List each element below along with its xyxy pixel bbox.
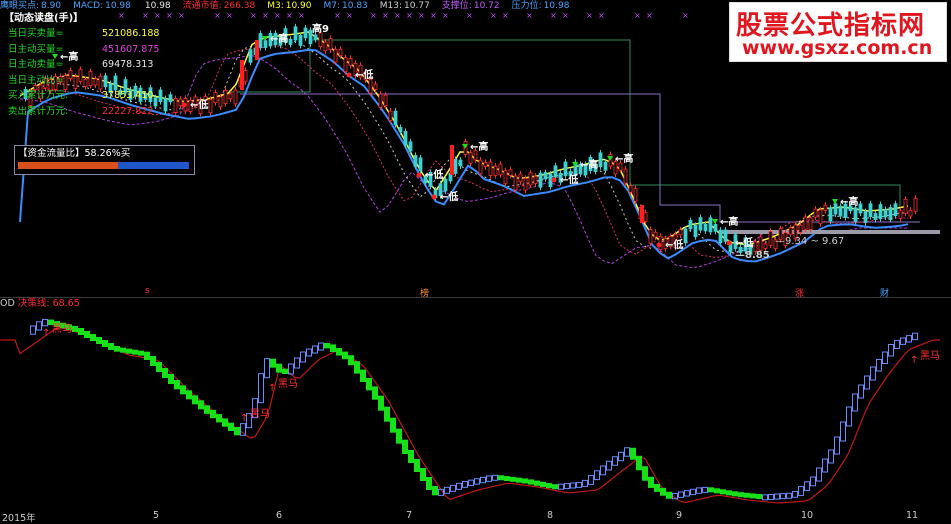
panel-row: 当日买卖量= 521086.188 [4,26,194,42]
svg-text:—8.85: —8.85 [735,250,770,261]
panel-row-label: 卖出累计万元: [8,104,68,120]
panel-row-value: 451607.875 [102,42,159,58]
svg-text:×: × [490,11,497,20]
panel-row: 卖出累计万元: 22227.822 [4,104,194,120]
panel-row: 日主动买量= 451607.875 [4,42,194,58]
svg-text:×: × [286,11,293,20]
svg-text:←高: ←高 [615,152,633,165]
svg-text:×: × [262,11,269,20]
svg-text:←高: ←高 [720,215,738,228]
svg-text:黑马: 黑马 [278,378,298,390]
svg-text:×: × [334,11,341,20]
axis-label-jun: 6 [276,510,282,521]
svg-text:黑马: 黑马 [920,350,940,362]
svg-text:×: × [214,11,221,20]
decision-line-label: OD 决策线: 68.65 [0,298,80,310]
panel-row-label: 日主动卖量= [8,57,63,73]
svg-text:×: × [466,11,473,20]
svg-text:黑马: 黑马 [52,323,72,335]
svg-text:高9: 高9 [312,22,329,35]
flow-ratio-bar [18,162,189,169]
svg-text:←高: ←高 [470,140,488,153]
axis-label-jul: 7 [406,510,412,521]
flow-value: 58.26%买 [85,148,131,159]
svg-text:×: × [394,11,401,20]
svg-text:×: × [598,11,605,20]
svg-text:×: × [382,11,389,20]
lower-prefix: OD [0,298,15,309]
panel-row-value: 69478.313 [102,57,153,73]
lower-label: 决策线: [18,298,50,309]
svg-text:×: × [418,11,425,20]
axis-label-sep: 9 [676,510,682,521]
svg-text:×: × [430,11,437,20]
svg-text:黑马: 黑马 [250,408,270,420]
lower-value: 68.65 [53,298,80,309]
svg-text:←高: ←高 [840,195,858,208]
axis-label-may: 5 [153,510,159,521]
svg-text:×: × [274,11,281,20]
svg-text:←低: ←低 [665,238,683,251]
svg-text:×: × [406,11,413,20]
svg-text:↑: ↑ [240,413,248,424]
panel-row-label: 当日买卖量= [8,26,63,42]
panel-row-value: 521086.188 [102,26,159,42]
panel-row-label: 当日主动比= [8,73,63,89]
svg-text:×: × [586,11,593,20]
flow-ratio-fill [18,162,118,169]
svg-text:←低: ←低 [355,68,373,81]
svg-text:↑: ↑ [268,383,276,394]
flow-label: 【资金流量比】 [18,148,85,159]
svg-text:↑: ↑ [42,328,50,339]
svg-text:×: × [250,11,257,20]
decision-line-chart[interactable]: ↑ 黑马↑ 黑马↑ 黑马↑ 黑马 [0,297,951,509]
svg-text:×: × [346,11,353,20]
svg-text:×: × [634,11,641,20]
svg-text:↑: ↑ [910,355,918,366]
panel-row: 日主动卖量= 69478.313 [4,57,194,73]
axis-label-year: 2015年 [2,510,36,524]
axis-label-oct: 10 [801,510,813,521]
dynamic-reading-panel: 【动态读盘(手)】 当日买卖量= 521086.188 日主动买量= 451607.8… [4,12,194,119]
event-marker-rise[interactable]: 涨 [795,286,804,299]
svg-text:×: × [526,11,533,20]
svg-text:←高: ←高 [270,32,288,45]
svg-text:×: × [562,11,569,20]
event-marker-finance[interactable]: 财 [880,286,889,299]
svg-text:←低: ←低 [735,236,753,249]
panel-row-label: 日主动买量= [8,42,63,58]
svg-text:×: × [646,11,653,20]
svg-text:×: × [442,11,449,20]
panel-row-label: 买入累计万元: [8,88,68,104]
flow-text: 【资金流量比】58.26%买 [18,148,130,160]
site-watermark: 股票公式指标网 www.gsxz.com.cn [729,2,947,62]
panel-row: 买入累计万元: 37853.410 [4,88,194,104]
axis-label-aug: 8 [547,510,553,521]
svg-text:←高: ←高 [580,158,598,171]
svg-text:×: × [682,11,689,20]
capital-flow-box: 【资金流量比】58.26%买 [14,145,195,175]
svg-text:×: × [226,11,233,20]
svg-text:←低: ←低 [560,173,578,186]
time-axis: 2015年 5 6 7 8 9 10 11 [0,508,951,524]
svg-text:×: × [502,11,509,20]
axis-label-nov: 11 [906,510,918,521]
svg-text:←低: ←低 [440,190,458,203]
svg-text:—9.34 ~ 9.67: —9.34 ~ 9.67 [775,236,844,247]
watermark-url: www.gsxz.com.cn [742,37,932,59]
svg-text:×: × [370,11,377,20]
event-marker-rank[interactable]: 榜 [420,286,429,299]
event-marker-s[interactable]: s [145,286,150,296]
panel-row-value: 37853.410 [102,88,153,104]
panel-title: 【动态读盘(手)】 [4,12,194,26]
stock-chart-app: 鹰眼买点: 8.90 MACD: 10.98 10.98 流通市值: 266.38 M3: 10… [0,0,951,524]
svg-text:×: × [550,11,557,20]
panel-row: 当日主动比= [4,73,194,89]
svg-text:×: × [298,11,305,20]
svg-text:←低: ←低 [425,168,443,181]
panel-row-value: 22227.822 [102,104,153,120]
